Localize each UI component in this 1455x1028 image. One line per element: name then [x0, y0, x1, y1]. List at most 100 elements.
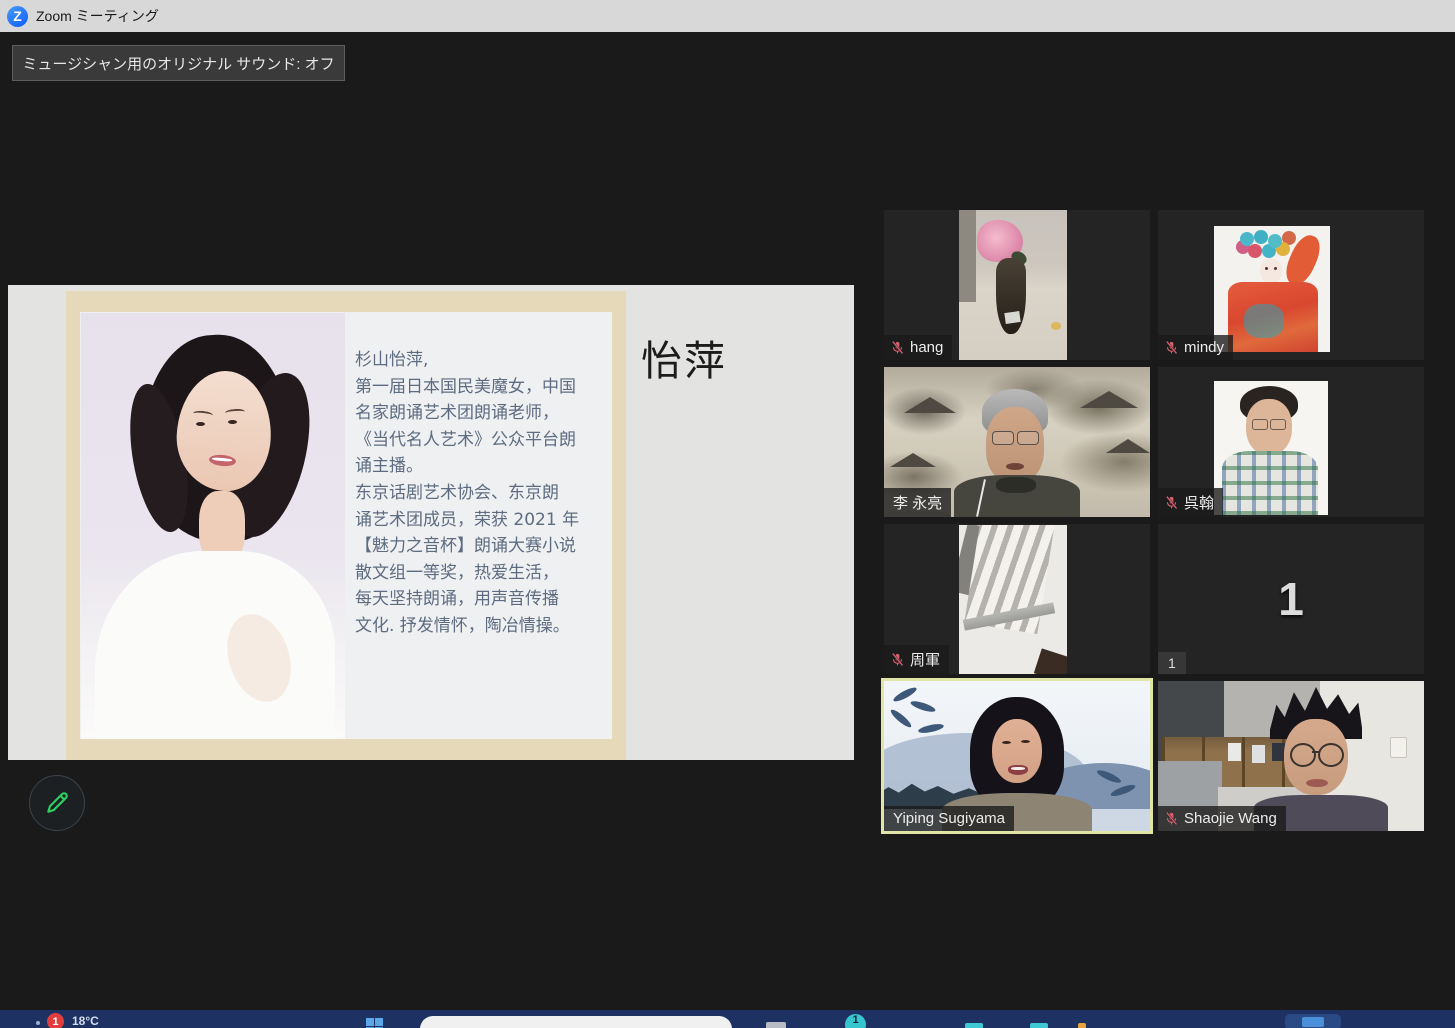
annotate-pencil-button[interactable] [29, 775, 85, 831]
bamboo-leaf-art [889, 707, 913, 729]
bamboo-leaf-art [918, 722, 945, 734]
pencil-icon [44, 790, 70, 816]
windows-logo-icon [375, 1018, 383, 1026]
plaid-shirt-art [1222, 451, 1318, 515]
participant-name-label: 李 永亮 [884, 488, 951, 517]
bio-line: 诵艺术团成员，荣获 2021 年 [355, 507, 610, 534]
mic-muted-icon [1164, 495, 1179, 510]
taskbar-app-icon[interactable] [766, 1022, 786, 1028]
notification-badge: 1 [47, 1013, 64, 1028]
mic-muted-icon [890, 652, 905, 667]
video-tile-zhou-jun[interactable]: 周軍 [884, 524, 1150, 674]
bio-line: 文化. 抒发情怀，陶冶情操。 [355, 613, 610, 640]
participant-name: 李 永亮 [893, 492, 942, 513]
opera-costume-accent-art [1244, 304, 1284, 338]
active-app-icon [1302, 1017, 1324, 1027]
yiping-eyes-art [1002, 741, 1011, 744]
original-sound-label: ミュージシャン用のオリジナル サウンド: オフ [22, 53, 334, 74]
participant-name: 呉翰 [1184, 492, 1214, 513]
shared-screen: 杉山怡萍, 第一届日本国民美魔女，中国 名家朗诵艺术团朗诵老师， 《当代名人艺术… [8, 285, 854, 760]
participant-name: Yiping Sugiyama [893, 810, 1005, 827]
windows-logo-icon [366, 1018, 374, 1026]
light-switch-art [1390, 737, 1407, 758]
bio-line: 诵主播。 [355, 453, 610, 480]
bio-line: 第一届日本国民美魔女，中国 [355, 374, 610, 401]
video-tile-shaojie-wang[interactable]: Shaojie Wang [1158, 681, 1424, 831]
li-collar-art [996, 477, 1036, 493]
portrait-torso-art [95, 551, 335, 739]
participant-name-label: Yiping Sugiyama [884, 806, 1014, 831]
taskbar-app-icon[interactable] [1030, 1023, 1048, 1028]
original-sound-toggle[interactable]: ミュージシャン用のオリジナル サウンド: オフ [12, 45, 345, 81]
wu-han-video-art [1214, 381, 1328, 515]
portrait-photo [81, 313, 345, 739]
bio-line: 名家朗诵艺术团朗诵老师， [355, 400, 610, 427]
shaojie-glasses-art [1312, 751, 1319, 753]
shelf-art [959, 210, 976, 302]
shelf-items-art [1228, 743, 1241, 761]
participant-initial: 1 [1158, 524, 1424, 674]
video-tile-hang[interactable]: hang [884, 210, 1150, 360]
participant-name: hang [910, 339, 943, 356]
participant-name-label: 呉翰 [1158, 488, 1223, 517]
bio-text: 杉山怡萍, 第一届日本国民美魔女，中国 名家朗诵艺术团朗诵老师， 《当代名人艺术… [355, 347, 610, 640]
table-object-art [1051, 322, 1061, 330]
bio-line: 【魅力之音杯】朗诵大赛小说 [355, 533, 610, 560]
bio-line: 散文组一等奖，热爱生活， [355, 560, 610, 587]
participant-name: 周軍 [910, 649, 940, 670]
shaojie-mouth-art [1306, 779, 1328, 787]
participant-name-label: 周軍 [884, 645, 949, 674]
mindy-video-art [1214, 226, 1330, 352]
roof-art [904, 397, 956, 413]
mic-muted-icon [1164, 340, 1179, 355]
taskbar-active-app-button[interactable] [1285, 1014, 1341, 1028]
mic-muted-icon [1164, 811, 1179, 826]
participant-name-label: hang [884, 335, 952, 360]
bamboo-leaf-art [910, 699, 937, 714]
zoom-logo-icon: Z [7, 6, 28, 27]
video-tile-1[interactable]: 1 1 [1158, 524, 1424, 674]
roof-art [1080, 391, 1138, 408]
shaojie-glasses-art [1290, 743, 1316, 767]
vase-label-art [1004, 311, 1020, 324]
zhou-jun-video-art [959, 525, 1067, 674]
taskbar-app-icon[interactable] [965, 1023, 983, 1028]
participant-name-label: 1 [1158, 652, 1186, 674]
shaojie-glasses-art [1318, 743, 1344, 767]
hang-video-art [959, 210, 1067, 360]
roof-art [890, 453, 936, 467]
opera-eyes-art [1265, 267, 1268, 270]
taskbar-dot-icon [36, 1021, 40, 1025]
windows-taskbar: 1 18°C 1 [0, 1010, 1455, 1028]
participant-name-label: Shaojie Wang [1158, 806, 1286, 831]
mic-muted-icon [890, 340, 905, 355]
taskbar-app-icon[interactable] [1078, 1023, 1086, 1028]
opera-arm-art [1281, 231, 1326, 289]
bio-line: 东京话剧艺术协会、东京朗 [355, 480, 610, 507]
bio-line: 杉山怡萍, [355, 347, 610, 374]
li-glasses-art [992, 431, 1014, 445]
participant-name: mindy [1184, 339, 1224, 356]
window-titlebar: Z Zoom ミーティング [0, 0, 1455, 32]
window-title: Zoom ミーティング [36, 6, 159, 26]
portrait-eye-art [228, 420, 237, 424]
windows-start-button[interactable] [366, 1018, 383, 1028]
video-tile-li-yongliang[interactable]: 李 永亮 [884, 367, 1150, 517]
participant-name-label: mindy [1158, 335, 1233, 360]
bio-line: 《当代名人艺术》公众平台朗 [355, 427, 610, 454]
slide-side-title: 怡萍 [641, 327, 727, 387]
bio-line: 每天坚持朗诵，用声音传播 [355, 586, 610, 613]
li-face-art [986, 407, 1044, 483]
li-glasses-art [1017, 431, 1039, 445]
roof-art [1106, 439, 1150, 453]
wu-glasses-art [1270, 419, 1286, 430]
participant-name: Shaojie Wang [1184, 810, 1277, 827]
video-tile-mindy[interactable]: mindy [1158, 210, 1424, 360]
zoom-app-badge[interactable]: 1 [845, 1014, 866, 1028]
dark-corner-art [1034, 648, 1067, 674]
video-tile-wu-han[interactable]: 呉翰 [1158, 367, 1424, 517]
video-tile-yiping-sugiyama[interactable]: Yiping Sugiyama [881, 678, 1153, 834]
li-mouth-art [1006, 463, 1024, 470]
taskbar-search-input[interactable] [420, 1016, 732, 1028]
weather-temperature[interactable]: 18°C [72, 1014, 99, 1028]
